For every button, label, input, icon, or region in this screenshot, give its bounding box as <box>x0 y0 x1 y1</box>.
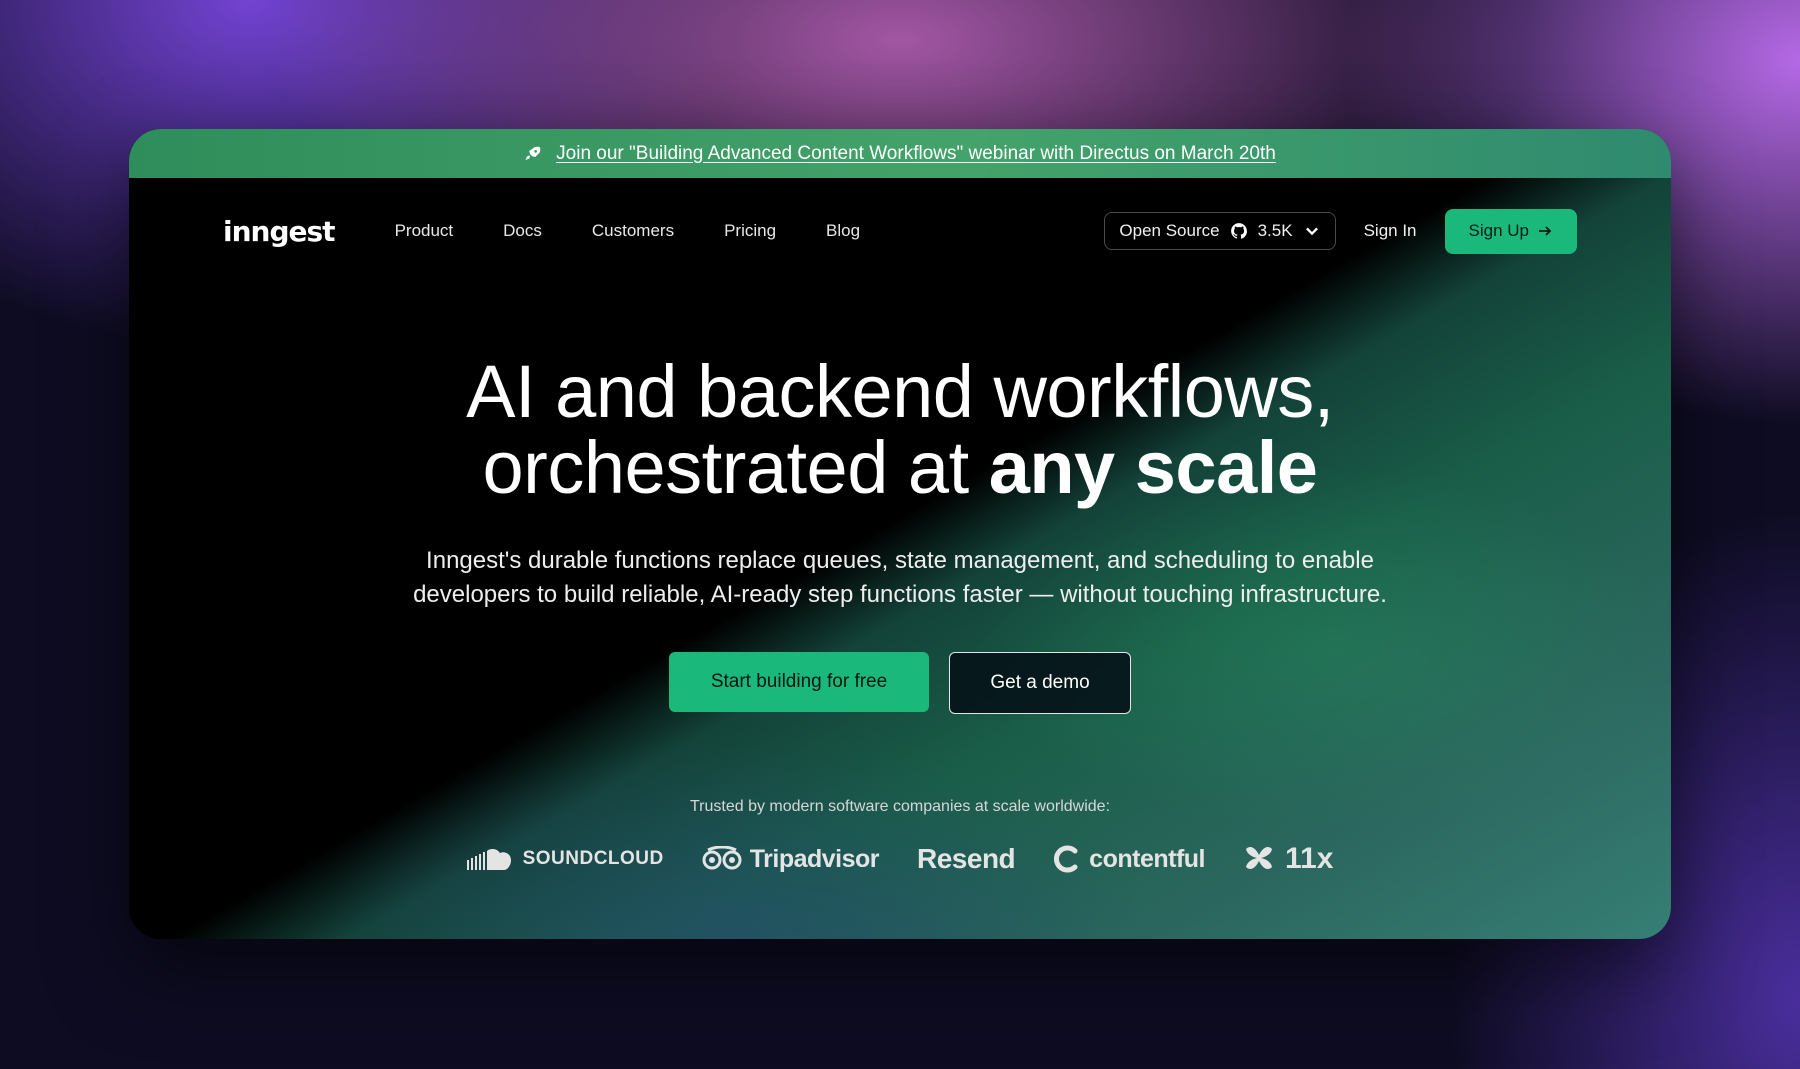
nav-blog[interactable]: Blog <box>826 221 860 241</box>
headline-line2: orchestrated at <box>482 426 989 509</box>
contentful-logo: contentful <box>1053 843 1205 875</box>
nav-right: Open Source 3.5K Sign In Sign Up <box>1104 208 1577 254</box>
soundcloud-logo: SOUNDCLOUD <box>466 846 664 872</box>
11x-icon <box>1246 847 1272 869</box>
nav-pricing[interactable]: Pricing <box>724 221 776 241</box>
browser-window: Join our "Building Advanced Content Work… <box>129 129 1671 939</box>
soundcloud-wordmark: SOUNDCLOUD <box>522 848 664 869</box>
trusted-by-text: Trusted by modern software companies at … <box>689 798 1111 815</box>
get-demo-button[interactable]: Get a demo <box>949 652 1131 714</box>
rocket-icon <box>525 146 541 160</box>
top-nav: inngest Product Docs Customers Pricing B… <box>129 178 1671 284</box>
sign-up-label: Sign Up <box>1468 221 1529 240</box>
tripadvisor-logo: Tripadvisor <box>702 844 880 874</box>
start-building-button[interactable]: Start building for free <box>669 652 929 712</box>
arrow-right-icon <box>1539 226 1552 236</box>
hero-ctas: Start building for free Get a demo <box>129 652 1671 714</box>
chevron-down-icon <box>1305 227 1318 236</box>
open-source-label: Open Source <box>1119 221 1220 240</box>
11x-wordmark: 11x <box>1285 842 1334 875</box>
nav-customers[interactable]: Customers <box>592 221 674 241</box>
nav-links: Product Docs Customers Pricing Blog <box>395 221 861 241</box>
resend-logo: Resend <box>917 843 1016 875</box>
nav-docs[interactable]: Docs <box>503 221 542 241</box>
hero-section: AI and backend workflows, orchestrated a… <box>129 354 1671 876</box>
tripadvisor-icon <box>702 846 742 870</box>
announcement-bar: Join our "Building Advanced Content Work… <box>129 129 1671 178</box>
hero-subtitle: Inngest's durable functions replace queu… <box>413 547 1387 608</box>
customer-logos: SOUNDCLOUD Tripadvisor Resend contentful… <box>129 842 1671 876</box>
contentful-icon <box>1054 845 1078 873</box>
soundcloud-icon <box>466 848 511 870</box>
headline-emphasis: any scale <box>988 426 1318 509</box>
sign-in-link[interactable]: Sign In <box>1364 221 1417 241</box>
open-source-dropdown[interactable]: Open Source 3.5K <box>1104 212 1336 250</box>
nav-product[interactable]: Product <box>395 221 454 241</box>
announcement-link[interactable]: Join our "Building Advanced Content Work… <box>556 143 1276 165</box>
hero-headline: AI and backend workflows, orchestrated a… <box>129 354 1671 506</box>
11x-logo: 11x <box>1243 842 1333 876</box>
github-icon <box>1230 223 1247 239</box>
tripadvisor-wordmark: Tripadvisor <box>749 844 880 873</box>
inngest-logo[interactable]: inngest <box>223 215 336 248</box>
resend-wordmark: Resend <box>917 843 1016 874</box>
github-stars: 3.5K <box>1257 221 1293 240</box>
sign-up-button[interactable]: Sign Up <box>1444 208 1577 254</box>
contentful-wordmark: contentful <box>1089 844 1205 873</box>
headline-line1: AI and backend workflows, <box>466 350 1334 433</box>
